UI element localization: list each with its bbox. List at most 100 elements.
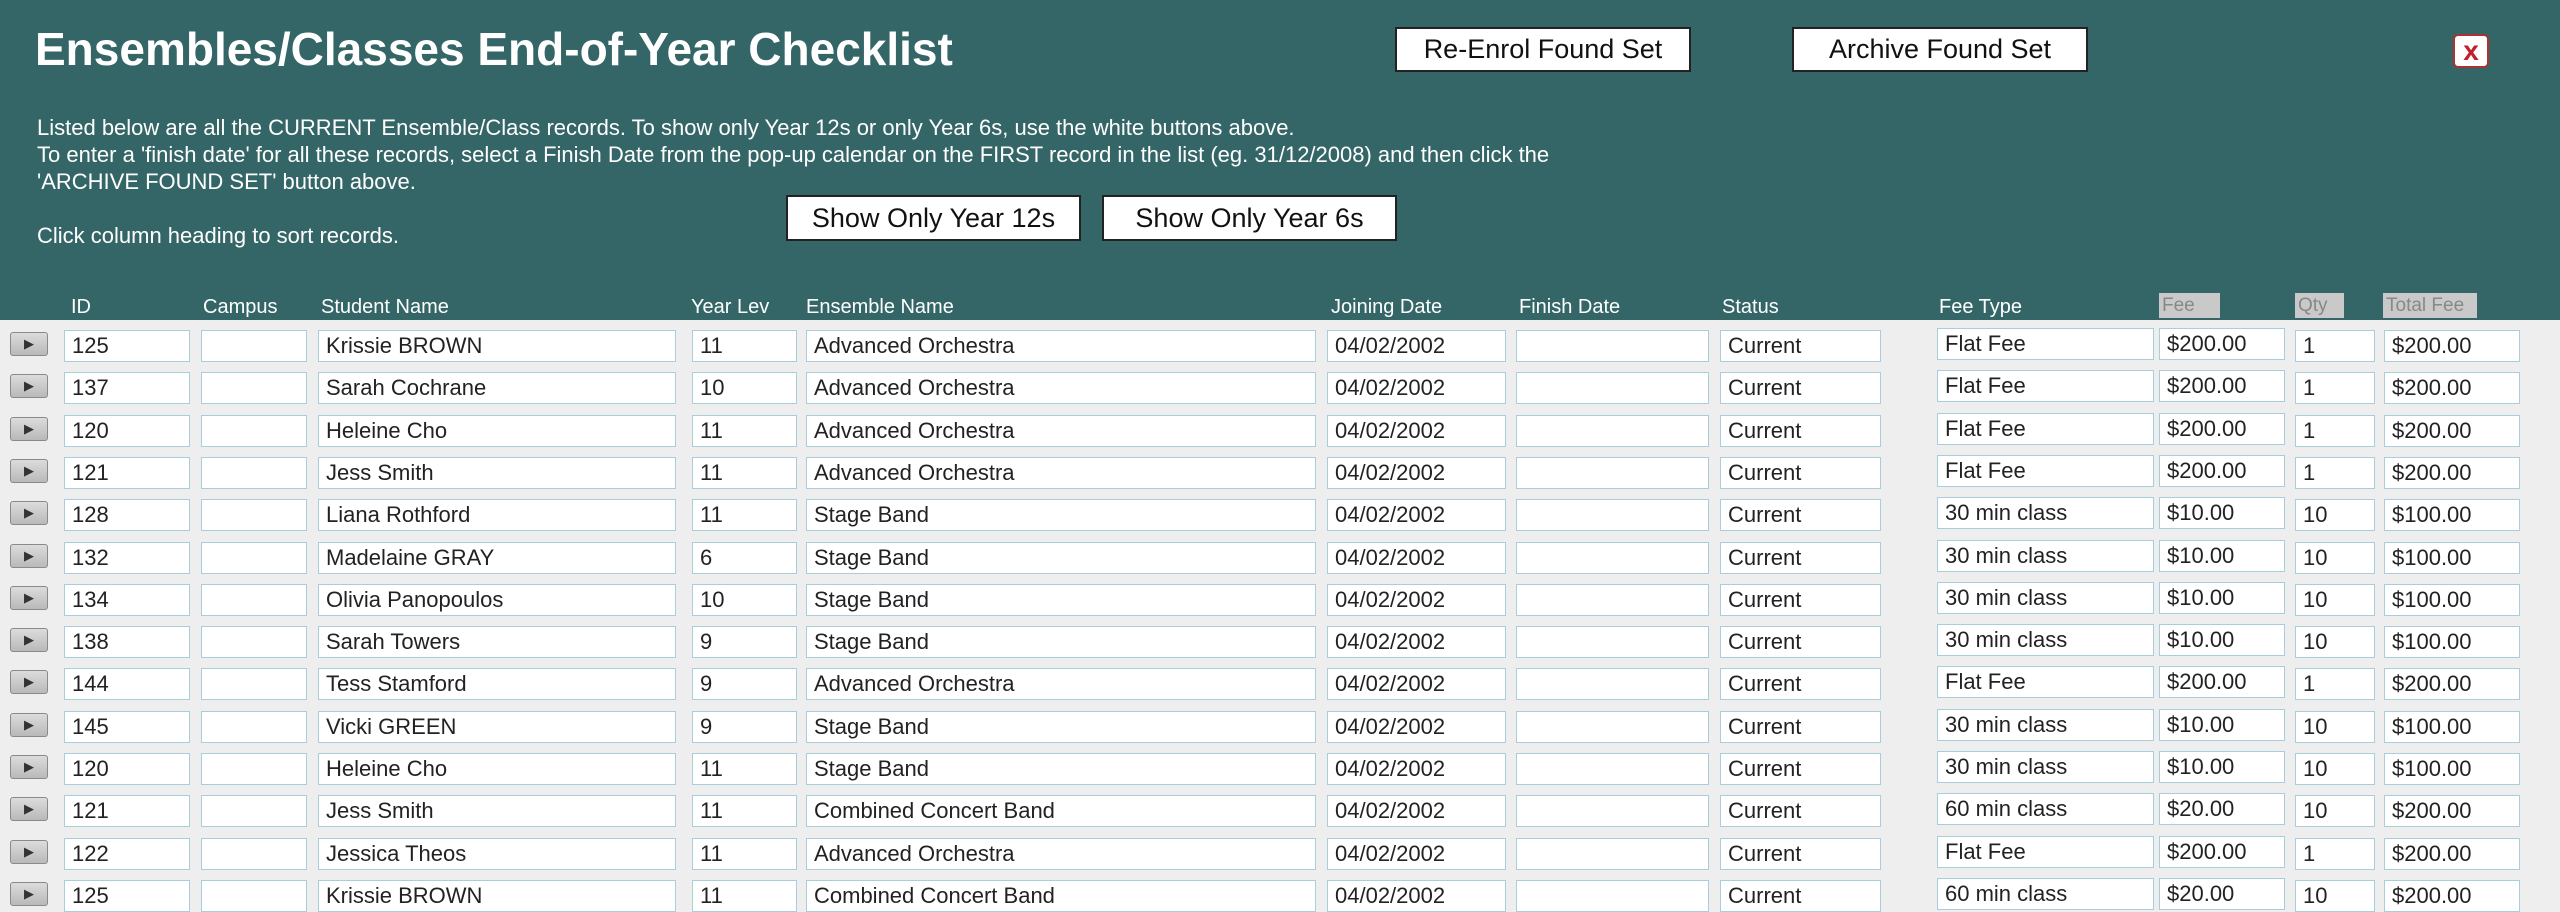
- column-header-campus[interactable]: Campus: [203, 296, 277, 319]
- go-to-record-arrow-icon[interactable]: ▶: [10, 712, 48, 737]
- joining-date-field[interactable]: 04/02/2002: [1327, 879, 1506, 912]
- finish-date-field[interactable]: [1516, 456, 1709, 489]
- fee-type-field[interactable]: Flat Fee: [1937, 412, 2154, 445]
- fee-type-field[interactable]: Flat Fee: [1937, 454, 2154, 487]
- total-fee-field[interactable]: $200.00: [2384, 330, 2520, 362]
- fee-field[interactable]: $200.00: [2159, 666, 2285, 699]
- status-field[interactable]: Current: [1720, 710, 1881, 743]
- student-name-field[interactable]: Jessica Theos: [318, 837, 676, 870]
- year-level-field[interactable]: 11: [692, 753, 797, 785]
- ensemble-name-field[interactable]: Stage Band: [806, 541, 1316, 574]
- finish-date-field[interactable]: [1516, 626, 1709, 659]
- table-row[interactable]: ▶ 134 Olivia Panopoulos 10 Stage Band 04/02/2…: [0, 574, 2560, 616]
- finish-date-field[interactable]: [1516, 414, 1709, 447]
- joining-date-field[interactable]: 04/02/2002: [1327, 753, 1506, 785]
- id-field[interactable]: 137: [64, 372, 190, 405]
- ensemble-name-field[interactable]: Stage Band: [806, 753, 1316, 785]
- campus-field[interactable]: [201, 710, 307, 743]
- status-field[interactable]: Current: [1720, 456, 1881, 489]
- fee-type-field[interactable]: Flat Fee: [1937, 666, 2154, 699]
- column-header-qty[interactable]: Qty: [2295, 293, 2344, 318]
- student-name-field[interactable]: Olivia Panopoulos: [318, 583, 676, 616]
- qty-field[interactable]: 1: [2295, 668, 2375, 701]
- finish-date-field[interactable]: [1516, 710, 1709, 743]
- column-header-status[interactable]: Status: [1722, 296, 1779, 319]
- table-row[interactable]: ▶ 128 Liana Rothford 11 Stage Band 04/02/2002…: [0, 489, 2560, 532]
- go-to-record-arrow-icon[interactable]: ▶: [10, 501, 48, 526]
- table-row[interactable]: ▶ 145 Vicki GREEN 9 Stage Band 04/02/2002 Curr…: [0, 701, 2560, 743]
- finish-date-field[interactable]: [1516, 372, 1709, 405]
- column-header-fee[interactable]: Fee: [2159, 293, 2220, 318]
- fee-type-field[interactable]: 30 min class: [1937, 708, 2154, 741]
- total-fee-field[interactable]: $200.00: [2384, 837, 2520, 870]
- id-field[interactable]: 138: [64, 626, 190, 659]
- total-fee-field[interactable]: $200.00: [2384, 456, 2520, 489]
- show-only-year-6s-button[interactable]: Show Only Year 6s: [1102, 195, 1397, 241]
- fee-field[interactable]: $20.00: [2159, 877, 2285, 910]
- year-level-field[interactable]: 11: [692, 879, 797, 912]
- year-level-field[interactable]: 10: [692, 583, 797, 616]
- student-name-field[interactable]: Sarah Towers: [318, 626, 676, 659]
- joining-date-field[interactable]: 04/02/2002: [1327, 456, 1506, 489]
- table-row[interactable]: ▶ 125 Krissie BROWN 11 Advanced Orchestra 04/…: [0, 320, 2560, 362]
- fee-field[interactable]: $10.00: [2159, 751, 2285, 783]
- total-fee-field[interactable]: $100.00: [2384, 541, 2520, 574]
- joining-date-field[interactable]: 04/02/2002: [1327, 668, 1506, 701]
- fee-type-field[interactable]: 30 min class: [1937, 581, 2154, 614]
- re-enrol-found-set-button[interactable]: Re-Enrol Found Set: [1395, 27, 1691, 72]
- qty-field[interactable]: 10: [2295, 499, 2375, 532]
- column-header-total-fee[interactable]: Total Fee: [2383, 293, 2477, 318]
- finish-date-field[interactable]: [1516, 541, 1709, 574]
- student-name-field[interactable]: Tess Stamford: [318, 668, 676, 701]
- total-fee-field[interactable]: $100.00: [2384, 583, 2520, 616]
- table-row[interactable]: ▶ 144 Tess Stamford 9 Advanced Orchestra 04/0…: [0, 658, 2560, 701]
- go-to-record-arrow-icon[interactable]: ▶: [10, 458, 48, 483]
- ensemble-name-field[interactable]: Stage Band: [806, 583, 1316, 616]
- qty-field[interactable]: 1: [2295, 372, 2375, 405]
- go-to-record-arrow-icon[interactable]: ▶: [10, 543, 48, 568]
- campus-field[interactable]: [201, 879, 307, 912]
- status-field[interactable]: Current: [1720, 372, 1881, 405]
- status-field[interactable]: Current: [1720, 499, 1881, 532]
- fee-type-field[interactable]: 60 min class: [1937, 877, 2154, 910]
- go-to-record-arrow-icon[interactable]: ▶: [10, 628, 48, 653]
- id-field[interactable]: 121: [64, 795, 190, 828]
- column-header-student-name[interactable]: Student Name: [321, 296, 449, 319]
- id-field[interactable]: 121: [64, 456, 190, 489]
- fee-field[interactable]: $10.00: [2159, 497, 2285, 530]
- table-row[interactable]: ▶ 132 Madelaine GRAY 6 Stage Band 04/02/2002 C…: [0, 532, 2560, 574]
- close-icon[interactable]: x: [2453, 34, 2489, 68]
- student-name-field[interactable]: Jess Smith: [318, 456, 676, 489]
- table-row[interactable]: ▶ 121 Jess Smith 11 Combined Concert Band 04/…: [0, 785, 2560, 828]
- ensemble-name-field[interactable]: Advanced Orchestra: [806, 668, 1316, 701]
- fee-type-field[interactable]: 60 min class: [1937, 793, 2154, 826]
- campus-field[interactable]: [201, 583, 307, 616]
- ensemble-name-field[interactable]: Advanced Orchestra: [806, 372, 1316, 405]
- go-to-record-arrow-icon[interactable]: ▶: [10, 332, 48, 356]
- year-level-field[interactable]: 9: [692, 626, 797, 659]
- qty-field[interactable]: 10: [2295, 583, 2375, 616]
- ensemble-name-field[interactable]: Stage Band: [806, 626, 1316, 659]
- id-field[interactable]: 144: [64, 668, 190, 701]
- joining-date-field[interactable]: 04/02/2002: [1327, 795, 1506, 828]
- fee-type-field[interactable]: 30 min class: [1937, 539, 2154, 572]
- finish-date-field[interactable]: [1516, 330, 1709, 362]
- id-field[interactable]: 125: [64, 879, 190, 912]
- year-level-field[interactable]: 11: [692, 414, 797, 447]
- year-level-field[interactable]: 11: [692, 837, 797, 870]
- go-to-record-arrow-icon[interactable]: ▶: [10, 670, 48, 695]
- ensemble-name-field[interactable]: Combined Concert Band: [806, 879, 1316, 912]
- joining-date-field[interactable]: 04/02/2002: [1327, 372, 1506, 405]
- ensemble-name-field[interactable]: Advanced Orchestra: [806, 330, 1316, 362]
- table-row[interactable]: ▶ 125 Krissie BROWN 11 Combined Concert Band…: [0, 870, 2560, 912]
- go-to-record-arrow-icon[interactable]: ▶: [10, 881, 48, 906]
- qty-field[interactable]: 10: [2295, 879, 2375, 912]
- fee-field[interactable]: $10.00: [2159, 581, 2285, 614]
- fee-field[interactable]: $10.00: [2159, 708, 2285, 741]
- id-field[interactable]: 120: [64, 414, 190, 447]
- qty-field[interactable]: 10: [2295, 753, 2375, 785]
- total-fee-field[interactable]: $100.00: [2384, 710, 2520, 743]
- qty-field[interactable]: 1: [2295, 414, 2375, 447]
- campus-field[interactable]: [201, 837, 307, 870]
- year-level-field[interactable]: 11: [692, 499, 797, 532]
